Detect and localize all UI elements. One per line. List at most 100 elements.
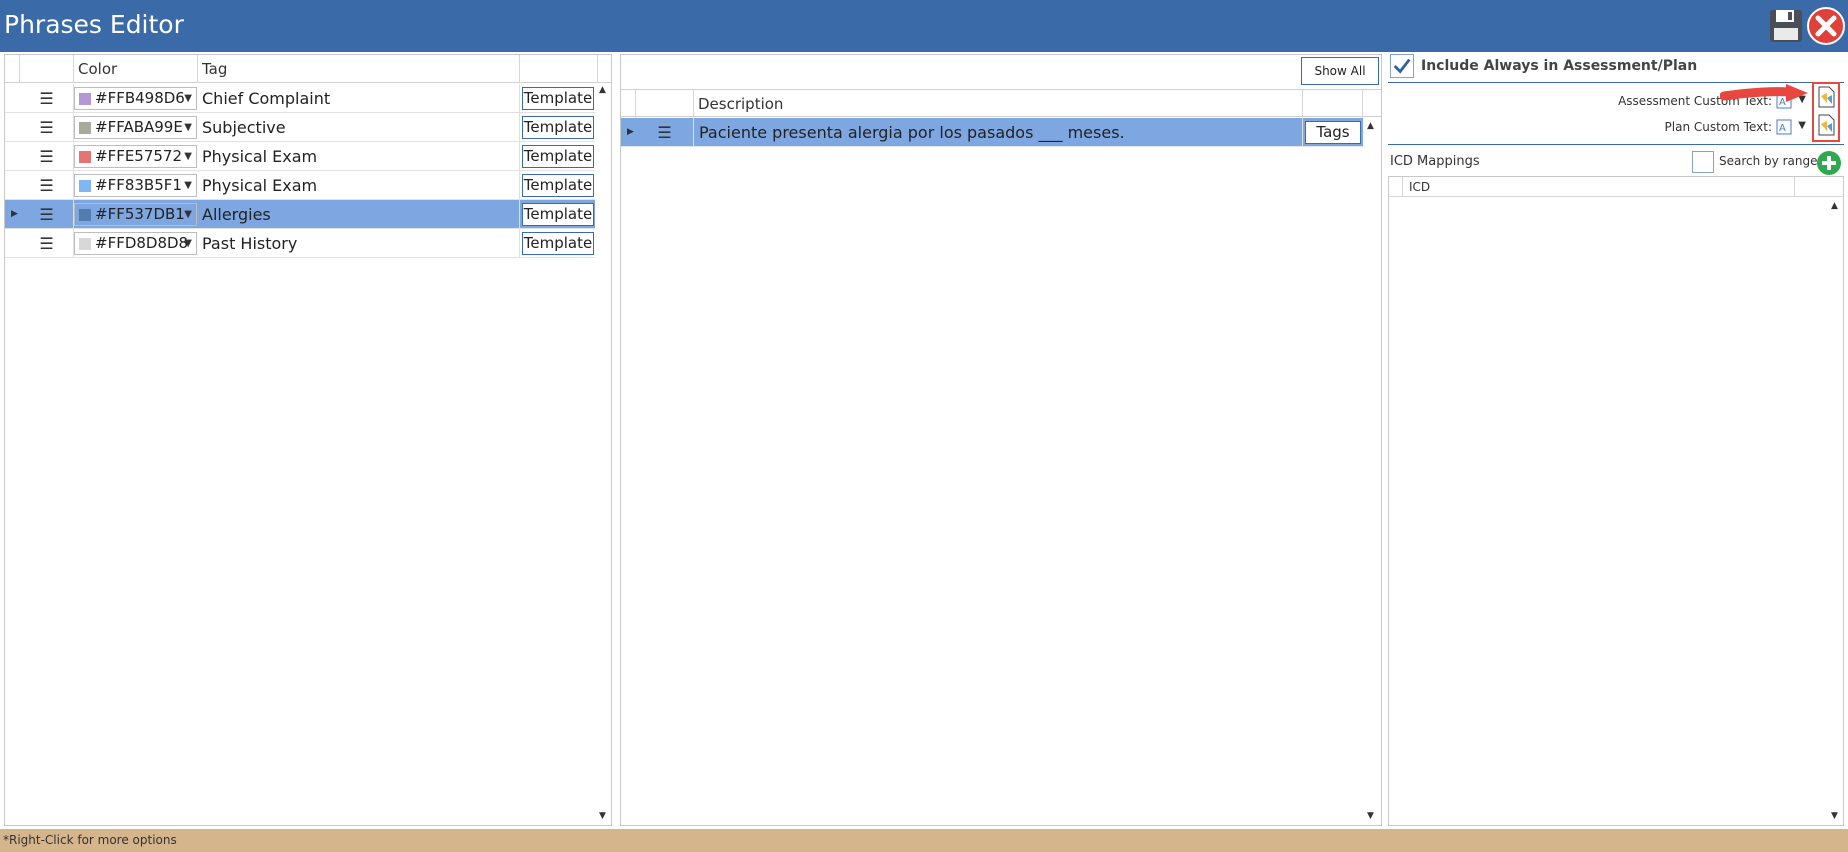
color-value: #FFE57572 xyxy=(95,147,183,165)
dropdown-arrow-icon: ▼ xyxy=(1798,120,1806,131)
plan-custom-text-button[interactable] xyxy=(1816,114,1836,136)
close-icon[interactable] xyxy=(1806,6,1846,46)
template-button[interactable]: Template xyxy=(522,145,594,168)
scroll-down-arrow[interactable]: ▼ xyxy=(599,811,606,821)
include-always-checkbox[interactable] xyxy=(1390,54,1414,78)
assessment-plan-panel: Include Always in Assessment/Plan Assess… xyxy=(1388,54,1844,826)
template-button[interactable]: Template xyxy=(522,174,594,197)
color-swatch xyxy=(79,180,91,192)
scroll-up-arrow[interactable]: ▲ xyxy=(599,85,606,95)
assessment-custom-text-button[interactable] xyxy=(1816,86,1836,108)
dropdown-arrow-icon[interactable]: ▼ xyxy=(184,117,192,138)
tag-row[interactable]: ☰ #FF83B5F1 ▼ Physical Exam Template xyxy=(5,171,595,200)
template-button[interactable]: Template xyxy=(522,203,594,226)
tag-row[interactable]: ☰ #FFD8D8D8 ▼ Past History Template xyxy=(5,229,595,258)
header-icd[interactable]: ICD xyxy=(1409,180,1430,194)
scroll-down-arrow[interactable]: ▼ xyxy=(1367,811,1374,821)
color-value: #FF537DB1 xyxy=(95,205,185,223)
divider xyxy=(1388,144,1844,145)
phrase-grid-header: Description xyxy=(621,89,1381,118)
tag-name[interactable]: Chief Complaint xyxy=(198,84,520,113)
svg-text:A: A xyxy=(1779,123,1786,134)
color-picker[interactable]: #FF83B5F1 ▼ xyxy=(74,174,197,197)
phrase-grid-panel: Show All Description ▶ ☰ Paciente presen… xyxy=(620,54,1382,826)
scroll-up-arrow[interactable]: ▲ xyxy=(1367,121,1374,131)
color-picker[interactable]: #FF537DB1 ▼ xyxy=(74,203,197,226)
tag-name[interactable]: Physical Exam xyxy=(198,171,520,200)
scroll-up-arrow[interactable]: ▲ xyxy=(1831,201,1838,211)
window-title: Phrases Editor xyxy=(4,10,184,39)
drag-handle-icon[interactable]: ☰ xyxy=(20,84,74,113)
header-handle xyxy=(636,90,694,118)
document-icon: A xyxy=(1776,119,1792,135)
template-button[interactable]: Template xyxy=(522,87,594,110)
header-indicator xyxy=(621,90,636,118)
show-all-button[interactable]: Show All xyxy=(1301,57,1379,85)
tag-grid-header: Color Tag xyxy=(5,55,611,83)
drag-handle-icon[interactable]: ☰ xyxy=(20,113,74,142)
tag-row[interactable]: ▶ ☰ #FF537DB1 ▼ Allergies Template xyxy=(5,200,595,229)
header-button xyxy=(1303,90,1363,118)
save-icon[interactable] xyxy=(1768,8,1804,44)
color-picker[interactable]: #FFD8D8D8 ▼ xyxy=(74,232,197,255)
color-value: #FF83B5F1 xyxy=(95,176,182,194)
icd-grid: ICD ▲ ▼ xyxy=(1388,176,1844,826)
annotation-arrow xyxy=(1720,84,1808,102)
tag-row[interactable]: ☰ #FFABA99E ▼ Subjective Template xyxy=(5,113,595,142)
header-tag[interactable]: Tag xyxy=(198,55,520,83)
color-picker[interactable]: #FFABA99E ▼ xyxy=(74,116,197,139)
template-button[interactable]: Template xyxy=(522,116,594,139)
drag-handle-icon[interactable]: ☰ xyxy=(20,142,74,171)
header-button xyxy=(520,55,598,83)
header-handle xyxy=(20,55,74,83)
current-row-indicator: ▶ xyxy=(627,127,634,137)
phrase-description[interactable]: Paciente presenta alergia por los pasado… xyxy=(694,118,1303,147)
drag-handle-icon[interactable]: ☰ xyxy=(20,229,74,258)
color-picker[interactable]: #FFE57572 ▼ xyxy=(74,145,197,168)
include-always-label: Include Always in Assessment/Plan xyxy=(1421,58,1698,74)
color-swatch xyxy=(79,151,91,163)
header-color[interactable]: Color xyxy=(74,55,198,83)
header-description[interactable]: Description xyxy=(694,90,1303,118)
status-text: *Right-Click for more options xyxy=(3,833,177,847)
color-swatch xyxy=(79,122,91,134)
header-separator xyxy=(1794,177,1795,197)
color-picker[interactable]: #FFB498D6 ▼ xyxy=(74,87,197,110)
icd-grid-header: ICD xyxy=(1389,177,1843,197)
status-bar: *Right-Click for more options xyxy=(0,829,1848,852)
color-value: #FFABA99E xyxy=(95,118,183,136)
search-by-range-checkbox[interactable] xyxy=(1692,151,1714,173)
color-swatch xyxy=(79,209,91,221)
tag-row[interactable]: ☰ #FFB498D6 ▼ Chief Complaint Template xyxy=(5,84,595,113)
dropdown-arrow-icon[interactable]: ▼ xyxy=(184,175,192,196)
tag-name[interactable]: Subjective xyxy=(198,113,520,142)
tag-name[interactable]: Allergies xyxy=(198,200,520,229)
color-value: #FFB498D6 xyxy=(95,89,185,107)
header-indicator xyxy=(5,55,20,83)
drag-handle-icon[interactable]: ☰ xyxy=(636,118,694,147)
dropdown-arrow-icon[interactable]: ▼ xyxy=(184,88,192,109)
plan-custom-text-dropdown[interactable]: A ▼ xyxy=(1776,118,1806,136)
tags-button[interactable]: Tags xyxy=(1305,121,1361,144)
search-by-range-label: Search by range xyxy=(1719,154,1818,168)
dropdown-arrow-icon[interactable]: ▼ xyxy=(184,146,192,167)
add-icon[interactable] xyxy=(1816,150,1842,176)
check-icon xyxy=(1393,58,1411,74)
title-bar: Phrases Editor xyxy=(0,0,1848,52)
tag-grid-panel: Color Tag ☰ #FFB498D6 ▼ Chief Complaint Temp… xyxy=(4,54,612,826)
tag-name[interactable]: Physical Exam xyxy=(198,142,520,171)
phrase-row[interactable]: ▶ ☰ Paciente presenta alergia por los pa… xyxy=(621,118,1363,147)
color-value: #FFD8D8D8 xyxy=(95,234,189,252)
icd-mappings-label: ICD Mappings xyxy=(1390,154,1480,169)
color-swatch xyxy=(79,238,91,250)
dropdown-arrow-icon[interactable]: ▼ xyxy=(184,233,192,254)
header-indicator xyxy=(1389,177,1403,197)
scroll-down-arrow[interactable]: ▼ xyxy=(1831,811,1838,821)
template-button[interactable]: Template xyxy=(522,232,594,255)
tag-name[interactable]: Past History xyxy=(198,229,520,258)
drag-handle-icon[interactable]: ☰ xyxy=(20,200,74,229)
dropdown-arrow-icon[interactable]: ▼ xyxy=(184,204,192,225)
tag-row[interactable]: ☰ #FFE57572 ▼ Physical Exam Template xyxy=(5,142,595,171)
drag-handle-icon[interactable]: ☰ xyxy=(20,171,74,200)
color-swatch xyxy=(79,93,91,105)
